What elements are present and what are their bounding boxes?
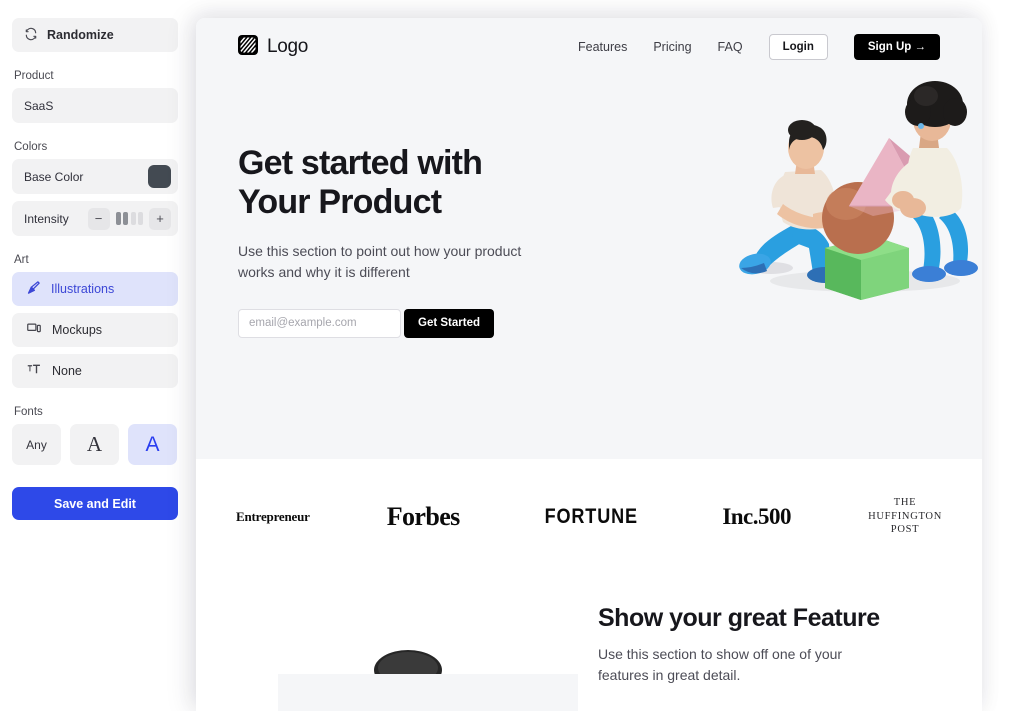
press-logo-inc500: Inc.500 (722, 503, 792, 529)
feature-section: Show your great Feature Use this section… (196, 574, 982, 711)
press-logo-huffington-post: THE HUFFINGTON POST (868, 496, 942, 538)
base-color-label: Base Color (24, 169, 84, 184)
product-input[interactable]: SaaS (12, 88, 178, 123)
intensity-row: Intensity − + (12, 201, 178, 236)
fonts-group-label: Fonts (14, 406, 43, 418)
font-option-any[interactable]: Any (12, 424, 61, 465)
intensity-bars (115, 212, 143, 225)
feature-subtitle-line2: features in great detail. (598, 667, 741, 683)
website-preview-panel: Logo Features Pricing FAQ Login Sign Up … (196, 18, 982, 711)
get-started-button[interactable]: Get Started (404, 308, 494, 338)
feature-illustration (238, 604, 578, 711)
intensity-bar (123, 212, 128, 225)
intensity-bar (130, 212, 136, 225)
art-label-mockups: Mockups (52, 323, 103, 337)
intensity-stepper: − + (87, 207, 171, 230)
press-logo-fortune: FORTUNE (544, 504, 638, 528)
hero-left: Get started with Your Product Use this s… (238, 144, 558, 338)
preview-navbar: Logo Features Pricing FAQ Login Sign Up … (196, 18, 982, 76)
product-group-label: Product (14, 70, 54, 82)
nav-link-features[interactable]: Features (578, 40, 627, 54)
feature-subtitle: Use this section to show off one of your… (598, 644, 908, 686)
huffpost-line2: HUFFINGTON (868, 510, 942, 522)
save-and-edit-button[interactable]: Save and Edit (12, 487, 178, 520)
hero-signup-form: Get Started (238, 308, 558, 338)
huffpost-line1: THE (893, 496, 917, 508)
brand-name: Logo (267, 36, 309, 57)
font-option-serif[interactable]: A (70, 424, 119, 465)
hero-subtitle: Use this section to point out how your p… (238, 242, 522, 280)
font-serif-label: A (86, 432, 103, 456)
striped-square-logo-icon (238, 34, 258, 60)
press-logo-forbes: Forbes (386, 501, 461, 531)
art-option-none[interactable]: None (12, 354, 178, 388)
art-option-illustrations[interactable]: Illustrations (12, 272, 178, 306)
font-sans-label: A (145, 432, 160, 456)
signup-button[interactable]: Sign Up → (853, 34, 940, 60)
art-group-label: Art (14, 254, 29, 266)
feature-text: Show your great Feature Use this section… (578, 604, 940, 711)
shuffle-icon (24, 27, 38, 44)
brand[interactable]: Logo (238, 34, 309, 60)
art-label-illustrations: Illustrations (51, 282, 115, 296)
control-sidebar: Randomize Product SaaS Colors Base Color… (0, 0, 190, 711)
randomize-button[interactable]: Randomize (12, 18, 178, 52)
paintbrush-icon (26, 280, 41, 298)
feature-title: Show your great Feature (598, 604, 880, 632)
hero-section: Logo Features Pricing FAQ Login Sign Up … (196, 18, 982, 459)
art-option-mockups[interactable]: Mockups (12, 313, 178, 347)
devices-icon (26, 321, 42, 339)
email-input[interactable] (238, 308, 401, 338)
login-button[interactable]: Login (768, 34, 828, 60)
press-logo-strip: Entrepreneur Forbes FORTUNE Inc.500 THE … (196, 459, 982, 574)
feature-subtitle-line1: Use this section to show off one of your (598, 646, 843, 662)
nav-link-pricing[interactable]: Pricing (653, 40, 691, 54)
product-value: SaaS (24, 98, 54, 113)
font-any-label: Any (26, 437, 47, 452)
hero-title-line2: Your Product (238, 183, 442, 222)
hero-illustration (558, 81, 978, 338)
navbar-right: Features Pricing FAQ Login Sign Up → (578, 34, 940, 60)
intensity-plus-button[interactable]: + (149, 207, 171, 230)
hero-title: Get started with Your Product (238, 144, 558, 223)
art-label-none: None (52, 364, 82, 378)
text-size-icon (26, 362, 42, 380)
intensity-label: Intensity (24, 211, 69, 226)
font-option-sans[interactable]: A (128, 424, 177, 465)
press-logo-entrepreneur: Entrepreneur (236, 508, 310, 524)
app-root: Randomize Product SaaS Colors Base Color… (0, 0, 1024, 711)
intensity-bar (138, 212, 143, 225)
nav-link-faq[interactable]: FAQ (718, 40, 743, 54)
intensity-minus-button[interactable]: − (87, 207, 110, 230)
colors-group-label: Colors (14, 141, 48, 153)
base-color-swatch[interactable] (148, 165, 171, 188)
hero-title-line1: Get started with (238, 144, 483, 182)
huffpost-line3: POST (890, 524, 920, 536)
fonts-options: Any A A (12, 424, 178, 465)
hero-content: Get started with Your Product Use this s… (196, 76, 982, 338)
randomize-label: Randomize (47, 28, 114, 42)
base-color-row[interactable]: Base Color (12, 159, 178, 194)
intensity-bar (115, 212, 121, 225)
